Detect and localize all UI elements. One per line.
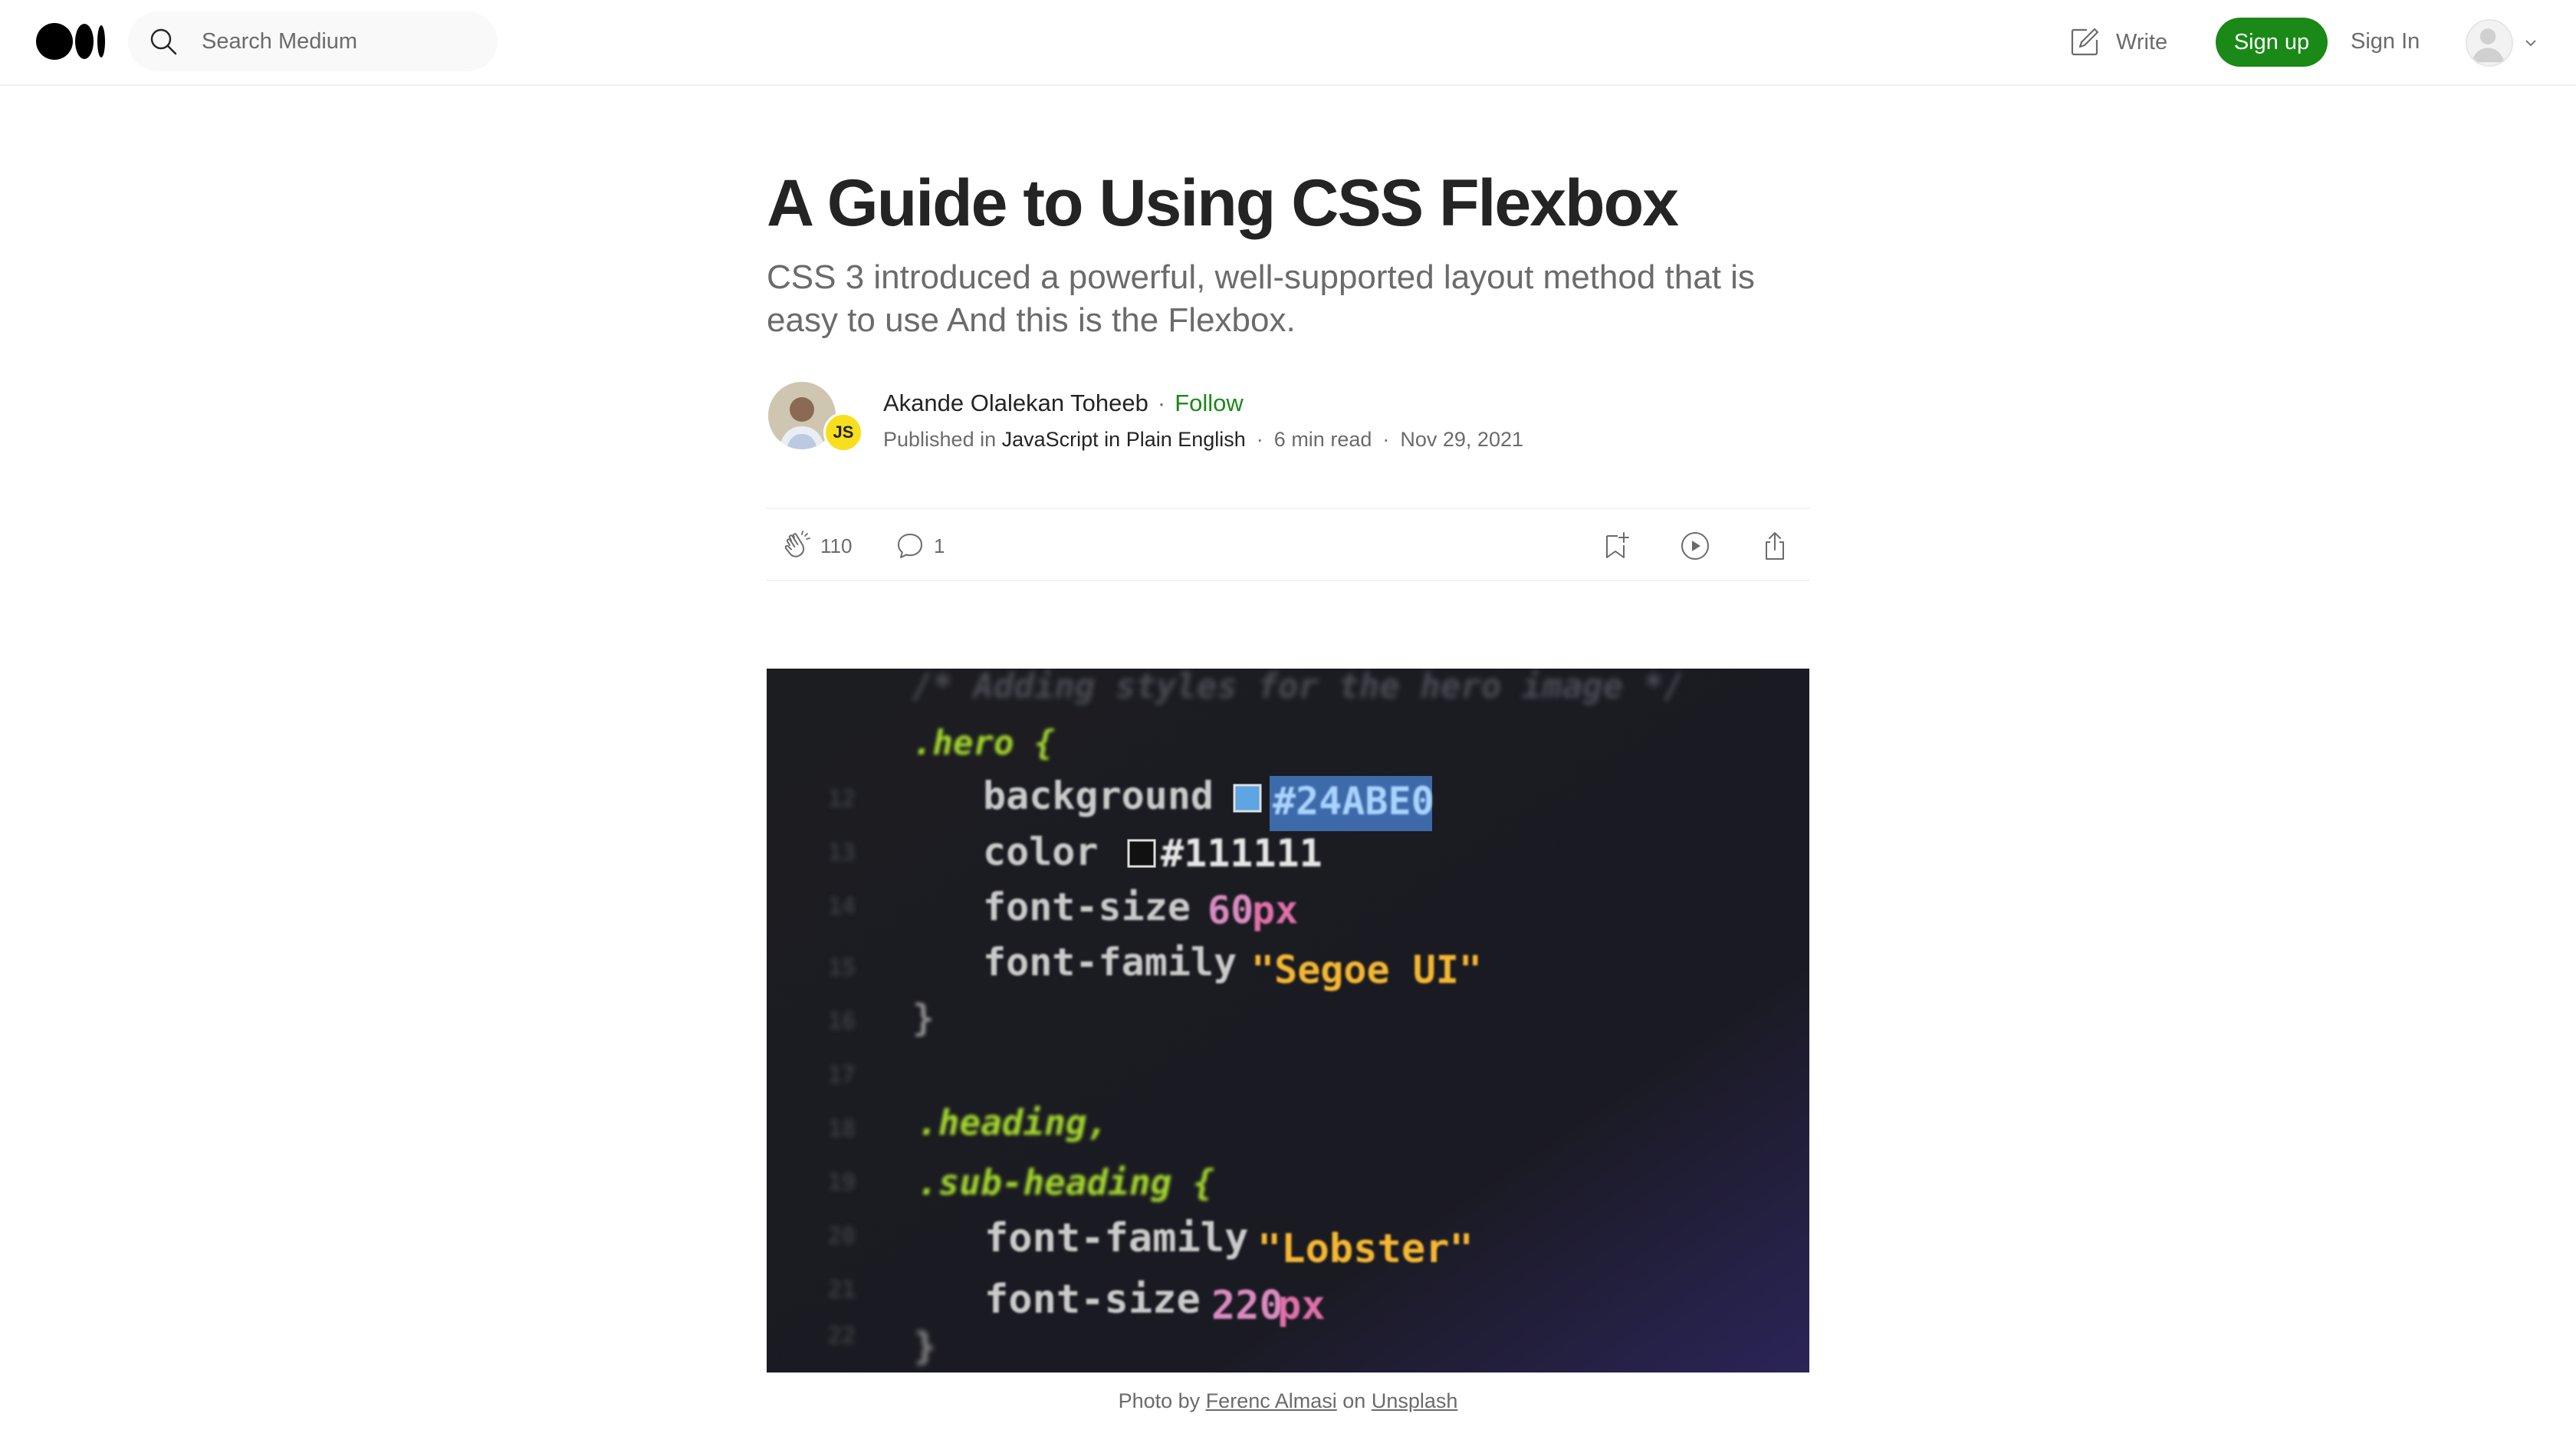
search-icon	[150, 28, 177, 55]
play-icon	[1681, 532, 1709, 560]
user-placeholder-icon	[2471, 28, 2505, 63]
svg-text:12: 12	[828, 786, 856, 813]
code-selector-subheading: .sub-heading {	[917, 1162, 1214, 1203]
svg-text:15: 15	[828, 955, 856, 981]
code-selector-hero: .hero {	[912, 724, 1054, 763]
separator-dot: ·	[1157, 390, 1166, 416]
article-subtitle: CSS 3 introduced a powerful, well-suppor…	[767, 258, 1755, 339]
article-title: A Guide to Using CSS Flexbox	[767, 166, 1679, 240]
follow-button[interactable]: Follow	[1175, 390, 1244, 416]
clap-count: 110	[820, 534, 853, 557]
code-brace-2: }	[914, 1325, 936, 1368]
code-prop-font-size-2: font-size	[984, 1277, 1201, 1323]
code-prop-color: color	[983, 830, 1099, 874]
svg-text:13: 13	[828, 840, 856, 866]
code-value-blue: #24ABE0	[1273, 779, 1434, 823]
clap-button[interactable]: 110	[780, 529, 852, 563]
write-button[interactable]: Write	[2068, 23, 2167, 61]
signin-link[interactable]: Sign In	[2351, 29, 2420, 54]
signup-button[interactable]: Sign up	[2216, 18, 2328, 67]
author-line: Akande Olalekan Toheeb · Follow	[883, 388, 1244, 419]
article-action-bar: 110 1	[767, 508, 1809, 581]
read-time: 6 min read	[1273, 428, 1372, 451]
separator-dot: ·	[1382, 428, 1390, 451]
search-bar[interactable]: Search Medium	[128, 12, 498, 71]
code-selector-heading: .heading,	[917, 1102, 1108, 1143]
search-input[interactable]: Search Medium	[202, 28, 357, 54]
write-label: Write	[2116, 29, 2168, 54]
image-caption: Photo by Ferenc Almasi on Unsplash	[767, 1389, 1809, 1413]
article-hero-image: 12 13 14 15 16 17 18 19 20 21 22 /* Adding styl…	[767, 669, 1809, 1372]
chevron-down-icon	[2525, 40, 2536, 47]
clap-icon	[784, 531, 810, 557]
code-prop-font-family-2: font-family	[984, 1215, 1248, 1261]
share-icon	[1766, 532, 1784, 560]
share-button[interactable]	[1759, 529, 1791, 563]
avatar[interactable]	[2466, 19, 2513, 67]
code-value-lobster: "Lobster"	[1257, 1226, 1474, 1272]
medium-logo-icon[interactable]	[36, 21, 107, 61]
author-name[interactable]: Akande Olalekan Toheeb	[883, 390, 1148, 416]
publish-date: Nov 29, 2021	[1400, 428, 1523, 451]
color-swatch-blue	[1233, 784, 1262, 813]
code-value-unit-2: px	[1277, 1283, 1326, 1329]
code-brace: }	[912, 997, 935, 1040]
code-value-number: 60	[1208, 888, 1254, 932]
svg-text:17: 17	[828, 1062, 856, 1089]
top-nav: Search Medium Write Sign up Sign In	[0, 0, 2576, 86]
caption-prefix: Photo by	[1118, 1389, 1201, 1412]
unsplash-link[interactable]: Unsplash	[1372, 1389, 1458, 1412]
svg-text:22: 22	[828, 1323, 856, 1349]
svg-text:18: 18	[828, 1116, 856, 1142]
comment-button[interactable]: 1	[894, 529, 945, 563]
caption-on: on	[1342, 1389, 1366, 1412]
published-in-label: Published in	[883, 428, 997, 451]
color-swatch-dark	[1127, 839, 1156, 868]
code-prop-font-size: font-size	[983, 885, 1191, 929]
comment-count: 1	[934, 534, 945, 557]
publication-link[interactable]: JavaScript in Plain English	[1002, 428, 1246, 451]
bookmark-add-icon	[1606, 532, 1629, 558]
code-comment: /* Adding styles for the hero image */	[912, 669, 1684, 706]
code-screenshot-image: 12 13 14 15 16 17 18 19 20 21 22 /* Adding styl…	[767, 669, 1809, 1372]
svg-text:16: 16	[828, 1008, 856, 1035]
photographer-link[interactable]: Ferenc Almasi	[1206, 1389, 1337, 1412]
code-value-segoe: "Segoe UI"	[1251, 948, 1482, 992]
code-value-unit: px	[1252, 888, 1298, 932]
svg-text:14: 14	[828, 893, 856, 920]
separator-dot: ·	[1256, 428, 1263, 451]
code-value-dark: #111111	[1161, 831, 1322, 876]
code-value-number-2: 220	[1211, 1283, 1283, 1329]
code-prop-background: background	[983, 774, 1214, 818]
comment-icon	[898, 534, 922, 558]
user-menu[interactable]	[2466, 18, 2538, 67]
svg-text:21: 21	[828, 1277, 856, 1303]
article-meta: Published in JavaScript in Plain English…	[883, 426, 1523, 452]
svg-text:20: 20	[828, 1223, 856, 1250]
save-button[interactable]	[1599, 529, 1631, 563]
listen-button[interactable]	[1679, 529, 1711, 563]
write-icon	[2071, 28, 2099, 56]
publication-badge[interactable]: JS	[823, 413, 863, 452]
code-prop-font-family: font-family	[983, 940, 1237, 985]
svg-text:19: 19	[828, 1169, 856, 1196]
